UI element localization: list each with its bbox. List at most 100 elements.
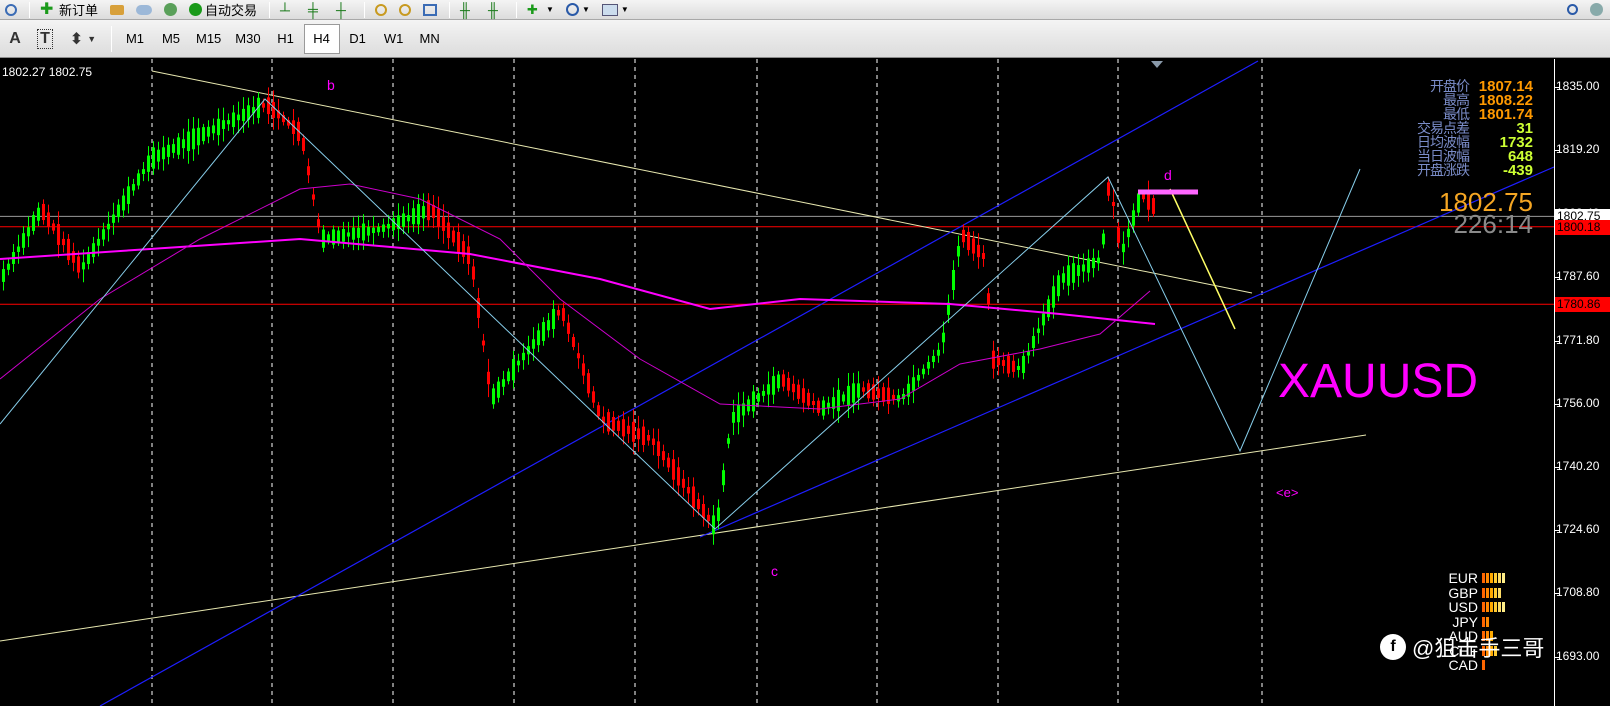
timeframe-m15[interactable]: M15 <box>189 24 228 54</box>
tile-windows-button[interactable] <box>418 1 442 19</box>
timeframe-m30[interactable]: M30 <box>228 24 267 54</box>
candle-body <box>802 388 805 403</box>
candle-body <box>597 405 600 417</box>
candle-body <box>32 215 35 231</box>
candle-body <box>162 147 165 160</box>
candle-body <box>627 425 630 434</box>
strength-bar <box>1494 573 1497 584</box>
account-button[interactable] <box>1585 1 1608 19</box>
currency-row: EUR <box>1440 570 1505 586</box>
candle-body <box>1112 201 1115 207</box>
market-button[interactable] <box>131 1 157 19</box>
level-price-tag: 1800.18 <box>1555 219 1610 235</box>
price-tick: 1693.00 <box>1554 648 1600 663</box>
price-chart[interactable]: 1802.27 1802.75 b c d <e> XAUUSD 开盘价 1807… <box>0 59 1610 706</box>
candle-body <box>437 208 440 227</box>
strength-bar <box>1494 602 1497 613</box>
indicators-button[interactable]: ✚ ▼ <box>522 1 559 19</box>
text-tool-button[interactable]: A <box>0 24 30 54</box>
candle-body <box>937 349 940 356</box>
candle-chart-button[interactable]: ╪ <box>303 1 329 19</box>
strength-bars <box>1482 587 1501 598</box>
autoscroll-button[interactable]: ╫ <box>483 1 509 19</box>
candle-body <box>857 383 860 398</box>
new-order-button[interactable]: ✚ 新订单 <box>35 1 103 19</box>
candle-body <box>1122 243 1125 253</box>
candle-body <box>342 229 345 242</box>
candle-body <box>217 118 220 136</box>
candle-body <box>412 208 415 225</box>
timeframe-w1[interactable]: W1 <box>376 24 412 54</box>
candle-body <box>477 298 480 318</box>
timeframe-m1[interactable]: M1 <box>117 24 153 54</box>
search-button[interactable] <box>1562 1 1583 19</box>
candle-body <box>132 184 135 191</box>
label-tool-button[interactable]: T <box>30 24 60 54</box>
candle-body <box>147 155 150 172</box>
candle-body <box>182 139 185 149</box>
candle-body <box>307 166 310 176</box>
candle-body <box>367 226 370 236</box>
candle-body <box>737 404 740 423</box>
price-axis[interactable]: 1835.001819.201803.401787.601771.801756.… <box>1554 59 1610 706</box>
arrows-tool-button[interactable]: ⬍ ▼ <box>60 24 106 54</box>
chevron-down-icon: ▼ <box>620 5 629 14</box>
candle-body <box>42 203 45 221</box>
candle-body <box>112 214 115 223</box>
candle-body <box>417 204 420 225</box>
candle-body <box>1067 265 1070 286</box>
timeframe-m5[interactable]: M5 <box>153 24 189 54</box>
candle-body <box>72 251 75 263</box>
bar-countdown: 226:14 <box>1453 209 1533 239</box>
candle-body <box>522 352 525 361</box>
candle-body <box>17 246 20 252</box>
line-chart-button[interactable]: ┼ <box>331 1 357 19</box>
timeframe-d1[interactable]: D1 <box>340 24 376 54</box>
stats-panel: 开盘价 1807.14 最高 1808.22 最低 1801.74 交易点差 31 日均波幅 17… <box>1417 78 1533 179</box>
zoom-in-button[interactable] <box>370 1 392 19</box>
zoom-search-button[interactable] <box>0 1 22 19</box>
candle-body <box>762 390 765 396</box>
strength-bar <box>1486 602 1489 613</box>
candle-body <box>982 253 985 259</box>
signals-button[interactable] <box>159 1 182 19</box>
template-icon <box>601 3 618 16</box>
timeframe-h4[interactable]: H4 <box>303 23 340 54</box>
bid-ask-readout: 1802.27 1802.75 <box>2 65 93 79</box>
strategy-tester-button[interactable] <box>105 1 129 19</box>
candle-body <box>587 373 590 394</box>
text-label-icon: T <box>37 28 53 49</box>
candle-body <box>392 218 395 231</box>
auto-trading-button[interactable]: 自动交易 <box>184 1 262 19</box>
strength-bars <box>1482 602 1505 613</box>
candle-body <box>532 339 535 349</box>
candle-body <box>212 125 215 134</box>
candle-body <box>107 223 110 230</box>
candle-body <box>407 215 410 222</box>
candle-body <box>847 385 850 406</box>
candle-body <box>697 499 700 510</box>
candle-body <box>492 388 495 405</box>
candle-body <box>312 194 315 200</box>
candle-body <box>487 371 490 385</box>
chart-shift-button[interactable]: ╫ <box>455 1 481 19</box>
strength-bar <box>1490 573 1493 584</box>
periods-button[interactable]: ▼ <box>561 1 595 19</box>
price-tick: 1819.20 <box>1554 142 1600 157</box>
price-tick: 1787.60 <box>1554 269 1600 284</box>
zoom-out-button[interactable] <box>394 1 416 19</box>
bar-chart-button[interactable]: ┴ <box>275 1 301 19</box>
templates-button[interactable]: ▼ <box>597 1 634 19</box>
watermark-text: @狙击手三哥 <box>1412 636 1545 661</box>
candle-body <box>57 224 60 245</box>
candle-body <box>1012 360 1015 372</box>
candle-body <box>757 393 760 402</box>
timeframe-mn[interactable]: MN <box>412 24 448 54</box>
timeframe-h1[interactable]: H1 <box>268 24 304 54</box>
candle-body <box>782 374 785 387</box>
candle-body <box>787 377 790 391</box>
candle-body <box>237 114 240 121</box>
toolbar-separator <box>29 1 30 18</box>
candle-body <box>817 400 820 413</box>
candle-body <box>1077 265 1080 276</box>
